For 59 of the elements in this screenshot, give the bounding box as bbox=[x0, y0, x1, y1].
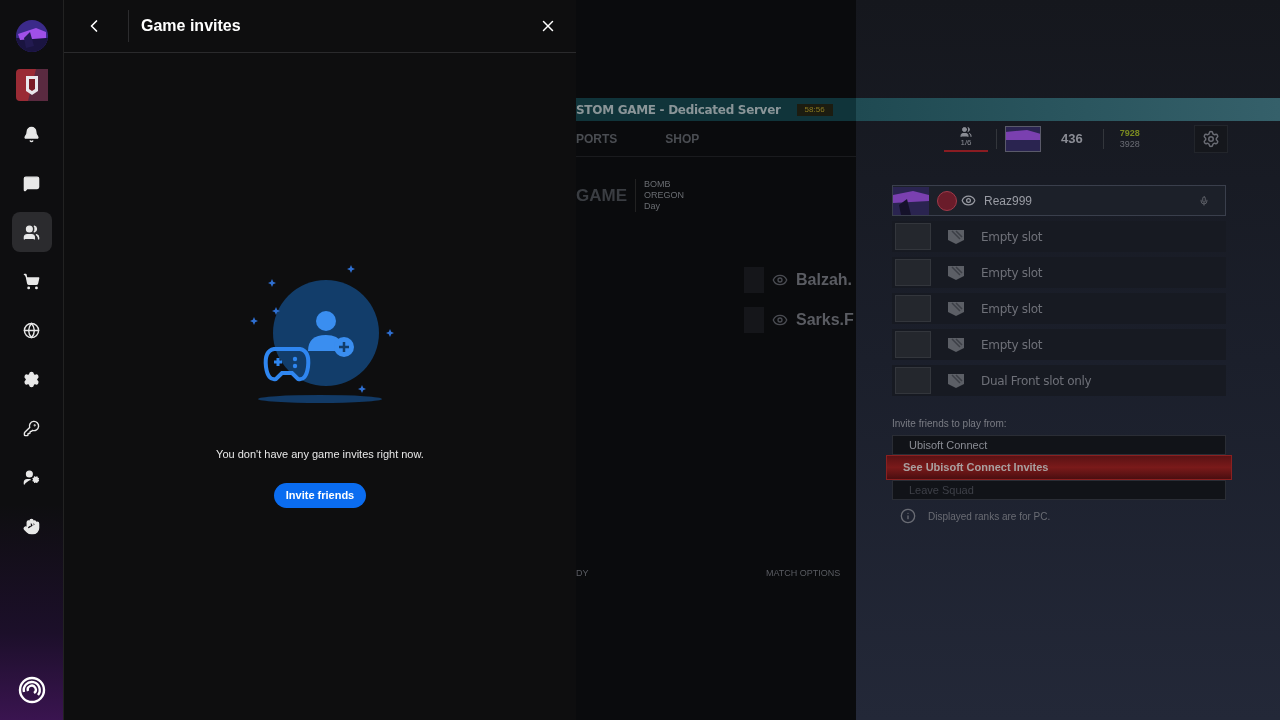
currency-amount: 7928 bbox=[1119, 128, 1140, 139]
slot-placeholder bbox=[895, 223, 931, 250]
match-timer: 58:56 bbox=[796, 103, 833, 116]
game-logo-icon bbox=[15, 69, 48, 101]
panel-title: Game invites bbox=[141, 16, 241, 36]
squad-option-button[interactable]: Ubisoft Connect bbox=[892, 435, 1226, 455]
friends-icon bbox=[23, 223, 40, 241]
settings-icon bbox=[23, 370, 40, 388]
mode-detail: OREGON bbox=[644, 190, 684, 201]
cart-icon bbox=[23, 272, 40, 290]
footer-label: MATCH OPTIONS bbox=[766, 567, 841, 580]
invite-label: Invite friends to play from: bbox=[892, 417, 1008, 431]
slot-placeholder bbox=[895, 367, 931, 394]
squad-member-row[interactable]: Reaz999 bbox=[892, 185, 1226, 216]
slot-label: Empty slot bbox=[981, 300, 1043, 318]
rank-badge-icon bbox=[937, 190, 957, 211]
settings-button[interactable] bbox=[1194, 125, 1228, 153]
slot-label: Empty slot bbox=[981, 264, 1043, 282]
hand-icon bbox=[23, 517, 40, 535]
empty-message: You don't have any game invites right now. bbox=[216, 447, 424, 462]
squad-option-button[interactable]: See Ubisoft Connect Invites bbox=[886, 455, 1232, 480]
slot-placeholder bbox=[895, 259, 931, 286]
slot-label: Empty slot bbox=[981, 228, 1043, 246]
swirl-logo-icon bbox=[17, 676, 46, 704]
sidebar-button[interactable] bbox=[11, 212, 52, 252]
member-name: Reaz999 bbox=[984, 192, 1033, 210]
invite-friends-button[interactable]: Invite friends bbox=[273, 482, 367, 508]
player-name: Balzah. bbox=[796, 270, 852, 290]
player-name: Sarks.F bbox=[796, 310, 854, 330]
globe-icon bbox=[23, 321, 40, 339]
squad-count: 1/6 bbox=[960, 138, 972, 148]
squad-icon bbox=[960, 126, 972, 138]
squad-tab[interactable]: 1/6 bbox=[944, 126, 988, 152]
shield-icon bbox=[947, 228, 965, 245]
user-gear-icon bbox=[23, 468, 40, 486]
shield-icon bbox=[947, 372, 965, 389]
key-icon bbox=[23, 419, 40, 437]
footer-label: DY bbox=[576, 567, 590, 580]
ranks-note: Displayed ranks are for PC. bbox=[928, 509, 1051, 524]
mic-icon bbox=[1199, 195, 1209, 206]
slot-label: Dual Front slot only bbox=[981, 372, 1092, 390]
shield-icon bbox=[947, 300, 965, 317]
slot-placeholder bbox=[895, 331, 931, 358]
settings-icon bbox=[1202, 130, 1220, 148]
slot-placeholder bbox=[895, 295, 931, 322]
rank-value: 436 bbox=[1061, 130, 1083, 149]
info-icon bbox=[900, 508, 916, 524]
server-title: STOM GAME - Dedicated Server bbox=[576, 101, 781, 119]
shield-icon bbox=[947, 336, 965, 353]
mode-detail: Day bbox=[644, 201, 661, 212]
chat-icon bbox=[23, 174, 40, 192]
currency-amount: 3928 bbox=[1119, 139, 1140, 150]
platform-icon bbox=[772, 312, 788, 328]
bell-icon bbox=[23, 125, 40, 143]
platform-icon bbox=[961, 193, 976, 208]
platform-icon bbox=[772, 272, 788, 288]
mode-detail: BOMB bbox=[644, 179, 672, 190]
slot-label: Empty slot bbox=[981, 336, 1043, 354]
shield-icon bbox=[947, 264, 965, 281]
